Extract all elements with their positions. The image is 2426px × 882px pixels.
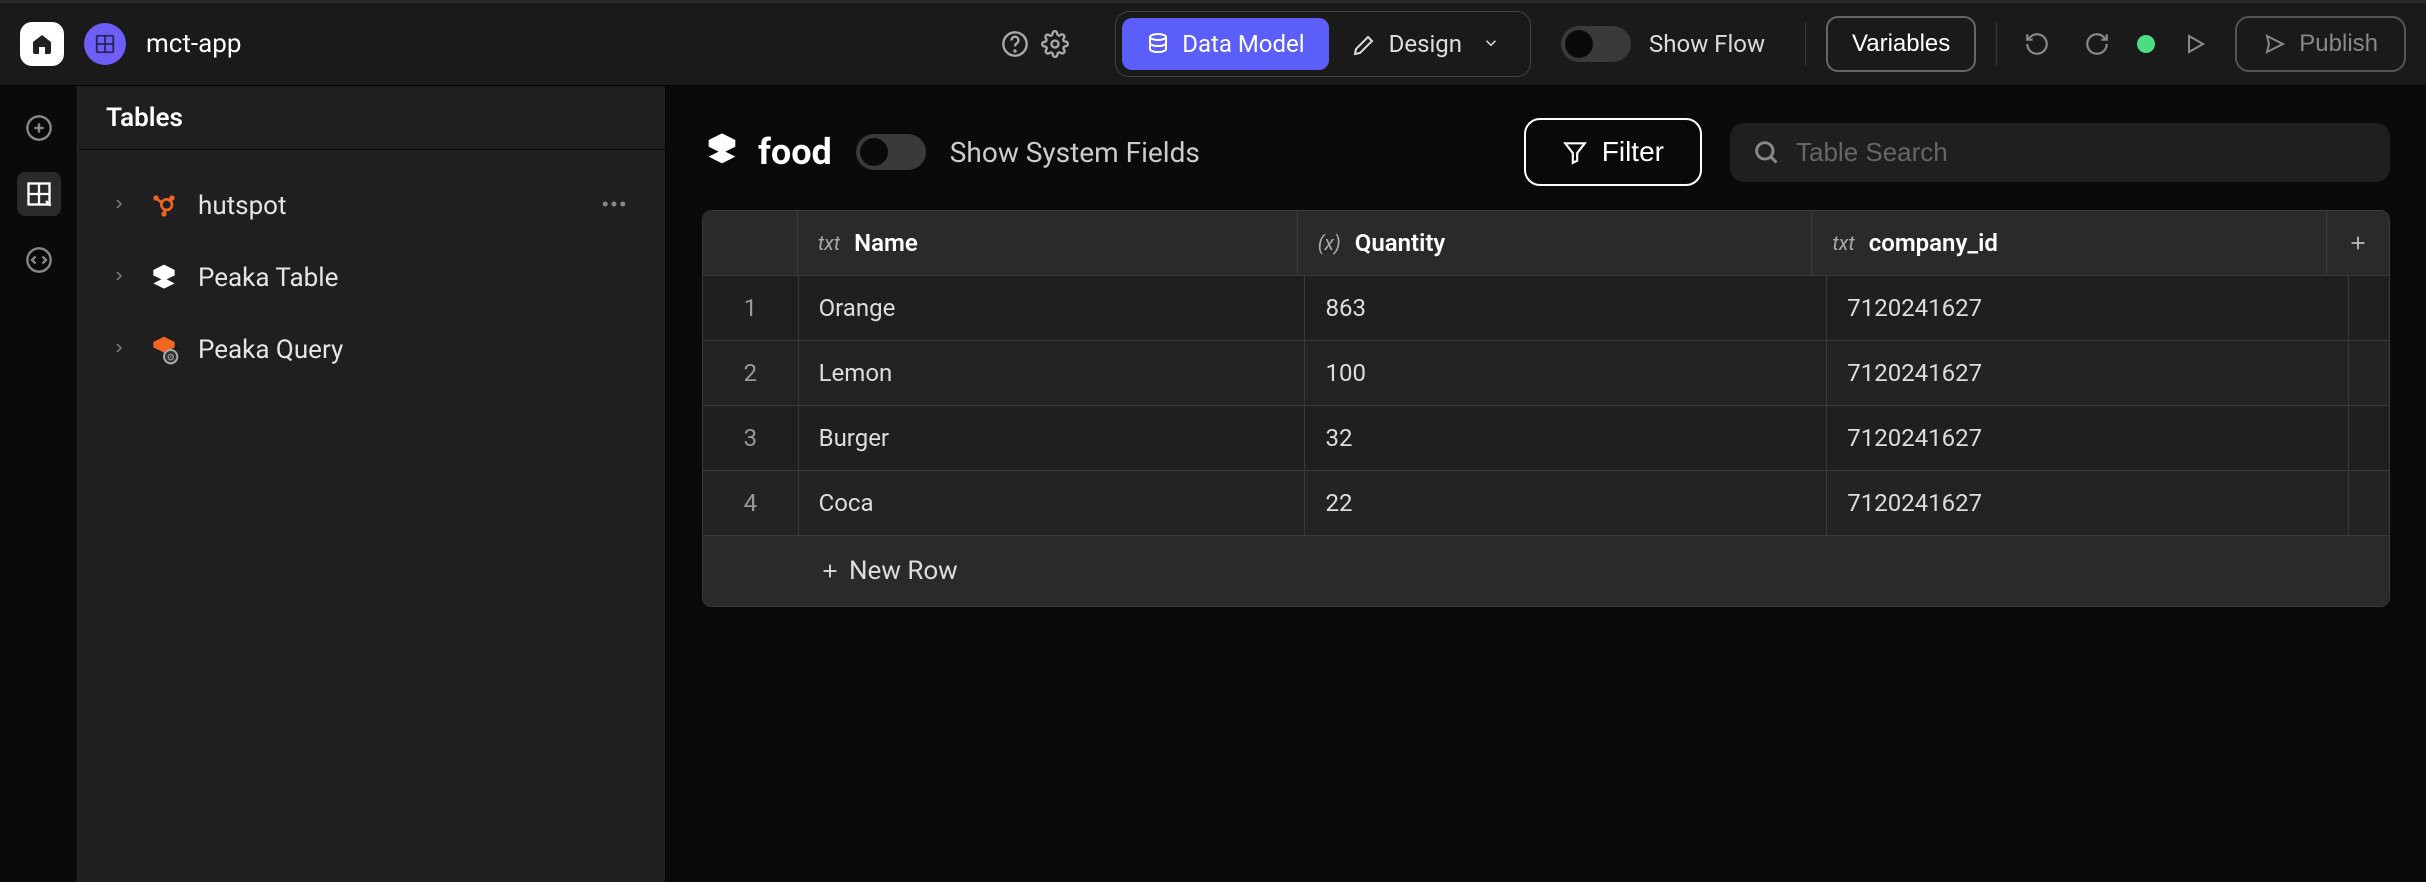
- cell-company-id[interactable]: 7120241627: [1827, 406, 2349, 470]
- cell-company-id[interactable]: 7120241627: [1827, 471, 2349, 535]
- help-button[interactable]: [995, 24, 1035, 64]
- redo-button[interactable]: [2077, 24, 2117, 64]
- search-icon: [1752, 138, 1780, 166]
- play-button[interactable]: [2175, 24, 2215, 64]
- add-column-button[interactable]: [2327, 211, 2389, 275]
- table-search[interactable]: [1730, 123, 2390, 182]
- filter-label: Filter: [1602, 136, 1664, 168]
- main-content: food Show System Fields Filter: [666, 86, 2426, 882]
- cell-quantity[interactable]: 22: [1305, 471, 1827, 535]
- chevron-right-icon: [108, 268, 130, 288]
- design-label: Design: [1389, 30, 1462, 58]
- row-number: 2: [703, 341, 799, 405]
- cell-quantity[interactable]: 863: [1305, 276, 1827, 340]
- new-row-button[interactable]: New Row: [703, 536, 2389, 606]
- column-type: (x): [1318, 231, 1341, 255]
- column-label: company_id: [1869, 229, 1998, 257]
- publish-label: Publish: [2299, 30, 2378, 58]
- column-name[interactable]: txt Name: [798, 211, 1298, 275]
- chevron-right-icon: [108, 340, 130, 360]
- left-rail: [0, 86, 78, 882]
- data-table: txt Name (x) Quantity txt company_id: [702, 210, 2390, 607]
- cell-company-id[interactable]: 7120241627: [1827, 341, 2349, 405]
- table-name: food: [758, 131, 832, 173]
- table-row[interactable]: 2 Lemon 100 7120241627: [703, 341, 2389, 406]
- column-quantity[interactable]: (x) Quantity: [1298, 211, 1813, 275]
- chevron-down-icon: [1482, 30, 1500, 58]
- sidebar-item-peaka-table[interactable]: Peaka Table: [94, 242, 649, 314]
- table-row[interactable]: 1 Orange 863 7120241627: [703, 276, 2389, 341]
- undo-button[interactable]: [2017, 24, 2057, 64]
- show-flow-label: Show Flow: [1649, 30, 1765, 58]
- sidebar: Tables hutspot: [78, 86, 666, 882]
- data-model-label: Data Model: [1182, 30, 1304, 58]
- table-icon: [702, 130, 742, 174]
- new-row-label: New Row: [849, 556, 958, 586]
- column-type: txt: [1832, 231, 1854, 255]
- cell-name[interactable]: Coca: [799, 471, 1306, 535]
- cell-name[interactable]: Orange: [799, 276, 1306, 340]
- column-label: Name: [854, 229, 918, 257]
- mode-switcher: Data Model Design: [1115, 11, 1531, 77]
- hubspot-icon: [146, 188, 182, 224]
- status-indicator: [2137, 35, 2155, 53]
- column-row-number: [703, 211, 798, 275]
- plus-icon: [819, 560, 841, 582]
- svg-text:⚙: ⚙: [166, 353, 174, 364]
- sidebar-item-hutspot[interactable]: hutspot: [94, 170, 649, 242]
- row-number: 4: [703, 471, 799, 535]
- peaka-icon: [146, 260, 182, 296]
- cell-name[interactable]: Lemon: [799, 341, 1306, 405]
- cell-company-id[interactable]: 7120241627: [1827, 276, 2349, 340]
- peaka-query-icon: ⚙: [146, 332, 182, 368]
- sidebar-item-peaka-query[interactable]: ⚙ Peaka Query: [94, 314, 649, 386]
- search-input[interactable]: [1796, 137, 2368, 168]
- row-number: 1: [703, 276, 799, 340]
- cell-quantity[interactable]: 32: [1305, 406, 1827, 470]
- column-type: txt: [818, 231, 840, 255]
- divider: [1996, 22, 1997, 66]
- row-number: 3: [703, 406, 799, 470]
- settings-button[interactable]: [1035, 24, 1075, 64]
- sidebar-item-label: Peaka Table: [198, 263, 635, 293]
- divider: [1805, 22, 1806, 66]
- app-icon: [84, 23, 126, 65]
- plus-icon: [2347, 232, 2369, 254]
- rail-tables-button[interactable]: [17, 172, 61, 216]
- filter-button[interactable]: Filter: [1524, 118, 1702, 186]
- design-tab[interactable]: Design: [1329, 18, 1524, 70]
- publish-button[interactable]: Publish: [2235, 16, 2406, 72]
- home-button[interactable]: [20, 22, 64, 66]
- sidebar-title: Tables: [106, 103, 183, 133]
- show-system-fields-toggle[interactable]: [856, 134, 926, 170]
- more-options-icon[interactable]: [593, 189, 635, 223]
- chevron-right-icon: [108, 196, 130, 216]
- rail-add-button[interactable]: [17, 106, 61, 150]
- column-label: Quantity: [1355, 229, 1446, 257]
- show-system-fields-label: Show System Fields: [950, 136, 1200, 169]
- table-row[interactable]: 3 Burger 32 7120241627: [703, 406, 2389, 471]
- cell-name[interactable]: Burger: [799, 406, 1306, 470]
- sidebar-item-label: Peaka Query: [198, 335, 635, 365]
- table-row[interactable]: 4 Coca 22 7120241627: [703, 471, 2389, 536]
- sidebar-item-label: hutspot: [198, 191, 577, 221]
- column-company-id[interactable]: txt company_id: [1812, 211, 2327, 275]
- show-flow-toggle[interactable]: [1561, 26, 1631, 62]
- rail-code-button[interactable]: [17, 238, 61, 282]
- app-name: mct-app: [146, 29, 241, 59]
- data-model-tab[interactable]: Data Model: [1122, 18, 1328, 70]
- variables-button[interactable]: Variables: [1826, 16, 1976, 72]
- cell-quantity[interactable]: 100: [1305, 341, 1827, 405]
